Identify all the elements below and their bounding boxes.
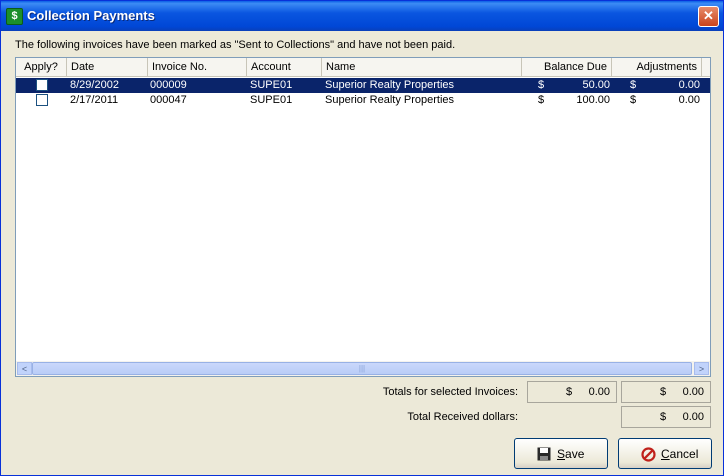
cancel-button-label: Cancel bbox=[661, 447, 699, 461]
total-received-label: Total Received dollars: bbox=[407, 411, 518, 423]
scroll-thumb[interactable]: ||| bbox=[32, 362, 692, 375]
invoice-grid[interactable]: Apply? Date Invoice No. Account Name Bal… bbox=[15, 57, 711, 377]
totals-balance-currency: $ bbox=[566, 386, 573, 398]
adjustment-currency: $ bbox=[630, 79, 637, 91]
invoice-cell: 000047 bbox=[150, 94, 187, 106]
name-cell: Superior Realty Properties bbox=[325, 79, 455, 91]
col-invoice-no[interactable]: Invoice No. bbox=[148, 58, 247, 76]
save-button-label: Save bbox=[557, 447, 585, 461]
collection-payments-window: $ Collection Payments ✕ The following in… bbox=[0, 0, 724, 476]
totals-selected-label: Totals for selected Invoices: bbox=[382, 386, 518, 398]
table-row[interactable]: 2/17/2011 000047 SUPE01 Superior Realty … bbox=[16, 93, 710, 108]
name-cell: Superior Realty Properties bbox=[325, 94, 455, 106]
grid-header: Apply? Date Invoice No. Account Name Bal… bbox=[16, 58, 710, 77]
totals-balance-field: $ 0.00 bbox=[527, 381, 617, 403]
notice-text: The following invoices have been marked … bbox=[15, 39, 456, 51]
invoice-cell: 000009 bbox=[150, 79, 187, 91]
table-row[interactable]: 8/29/2002 000009 SUPE01 Superior Realty … bbox=[16, 78, 710, 93]
scroll-right-arrow[interactable]: > bbox=[694, 362, 709, 375]
balance-currency: $ bbox=[538, 94, 545, 106]
total-received-value: 0.00 bbox=[682, 411, 704, 423]
totals-adjustment-value: 0.00 bbox=[682, 386, 704, 398]
title-bar[interactable]: $ Collection Payments ✕ bbox=[1, 1, 723, 31]
dollar-icon: $ bbox=[6, 8, 23, 25]
cancel-button[interactable]: Cancel bbox=[618, 438, 712, 469]
account-cell: SUPE01 bbox=[250, 94, 293, 106]
adjustment-currency: $ bbox=[630, 94, 637, 106]
totals-adjustment-currency: $ bbox=[660, 386, 667, 398]
no-entry-icon bbox=[641, 447, 656, 462]
total-received-field: $ 0.00 bbox=[621, 406, 711, 428]
date-cell: 8/29/2002 bbox=[70, 79, 119, 91]
window-title: Collection Payments bbox=[27, 8, 155, 23]
scroll-left-arrow[interactable]: < bbox=[17, 362, 32, 375]
adjustment-cell: 0.00 bbox=[678, 94, 700, 106]
balance-cell: 50.00 bbox=[582, 79, 610, 91]
balance-cell: 100.00 bbox=[576, 94, 610, 106]
col-apply[interactable]: Apply? bbox=[16, 58, 67, 76]
account-cell: SUPE01 bbox=[250, 79, 293, 91]
save-button[interactable]: Save bbox=[514, 438, 608, 469]
col-balance-due[interactable]: Balance Due bbox=[522, 58, 612, 76]
col-account[interactable]: Account bbox=[247, 58, 322, 76]
close-button[interactable]: ✕ bbox=[698, 6, 719, 27]
col-date[interactable]: Date bbox=[67, 58, 148, 76]
apply-checkbox[interactable] bbox=[36, 79, 48, 91]
total-received-currency: $ bbox=[660, 411, 667, 423]
totals-balance-value: 0.00 bbox=[588, 386, 610, 398]
apply-checkbox[interactable] bbox=[36, 94, 48, 106]
totals-adjustment-field: $ 0.00 bbox=[621, 381, 711, 403]
col-name[interactable]: Name bbox=[322, 58, 522, 76]
floppy-disk-icon bbox=[537, 447, 551, 461]
col-adjustments[interactable]: Adjustments bbox=[612, 58, 702, 76]
adjustment-cell: 0.00 bbox=[678, 79, 700, 91]
horizontal-scrollbar[interactable]: < ||| > bbox=[16, 361, 710, 376]
date-cell: 2/17/2011 bbox=[70, 94, 119, 106]
balance-currency: $ bbox=[538, 79, 545, 91]
